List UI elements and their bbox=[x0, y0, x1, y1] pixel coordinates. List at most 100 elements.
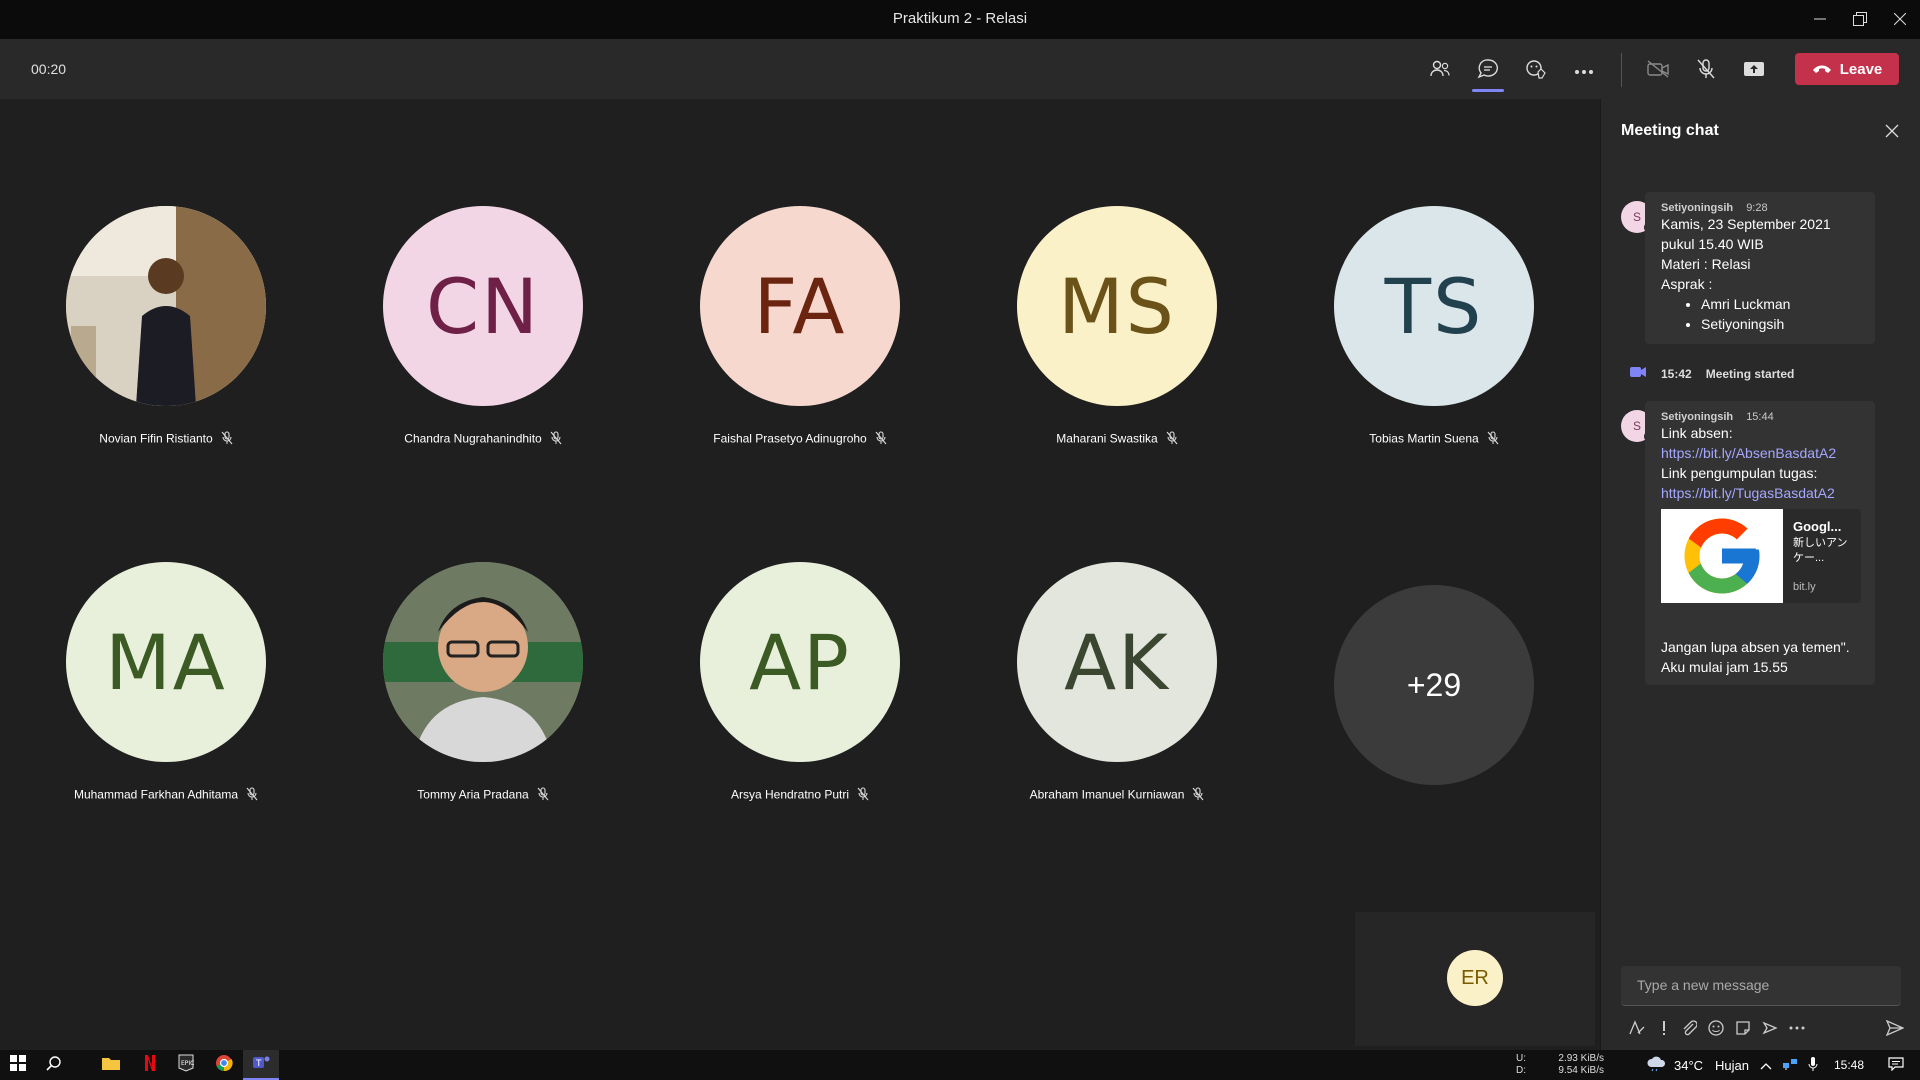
message-line: Materi : Relasi bbox=[1661, 256, 1751, 272]
participant-name-text: Maharani Swastika bbox=[1056, 431, 1158, 446]
raise-hand-icon bbox=[1525, 58, 1547, 85]
close-window-button[interactable] bbox=[1885, 6, 1915, 32]
clock: 15:48 bbox=[1834, 1058, 1865, 1072]
leave-button[interactable]: Leave bbox=[1795, 53, 1899, 85]
system-event: 15:42 Meeting started bbox=[1629, 365, 1794, 382]
mic-muted-icon bbox=[550, 431, 562, 448]
overflow-participants-button[interactable]: +29 bbox=[1334, 585, 1534, 785]
participant-name-text: Chandra Nugrahanindhito bbox=[404, 431, 542, 446]
mic-muted-icon bbox=[1166, 431, 1178, 448]
participant-avatar: TS bbox=[1334, 206, 1534, 406]
participant-name-text: Faishal Prasetyo Adinugroho bbox=[713, 431, 867, 446]
participant-name: Tobias Martin Suena bbox=[1284, 431, 1584, 448]
participant-photo bbox=[66, 206, 266, 406]
participant-avatar: AK bbox=[1017, 562, 1217, 762]
absen-link[interactable]: https://bit.ly/AbsenBasdatA2 bbox=[1661, 443, 1859, 463]
system-tray: 15:48 bbox=[1760, 1050, 1904, 1080]
mic-muted-icon bbox=[246, 787, 258, 804]
send-icon[interactable] bbox=[1885, 1018, 1905, 1038]
participant-tile[interactable]: MS Maharani Swastika bbox=[967, 206, 1267, 466]
participant-tile[interactable]: AK Abraham Imanuel Kurniawan bbox=[967, 562, 1267, 822]
chevron-up-icon[interactable] bbox=[1760, 1058, 1772, 1073]
card-site: bit.ly bbox=[1793, 581, 1816, 593]
participant-name: Tommy Aria Pradana bbox=[333, 787, 633, 804]
participants-button[interactable] bbox=[1424, 55, 1456, 87]
chat-message: Jangan lupa absen ya temen". Aku mulai j… bbox=[1645, 631, 1875, 685]
epic-games-icon: EPIC bbox=[178, 1054, 194, 1077]
taskbar-teams[interactable]: T bbox=[243, 1050, 279, 1080]
message-line: Link absen: bbox=[1661, 425, 1733, 441]
mic-muted-icon bbox=[857, 787, 869, 804]
title-bar: Praktikum 2 - Relasi bbox=[0, 0, 1920, 39]
hang-up-icon bbox=[1812, 61, 1832, 78]
restore-button[interactable] bbox=[1845, 6, 1875, 32]
weather-widget[interactable]: 34°C Hujan bbox=[1646, 1050, 1749, 1080]
link-preview-card[interactable]: Googl... 新しいアンケー... bit.ly bbox=[1661, 509, 1861, 603]
network-icon[interactable] bbox=[1782, 1057, 1798, 1074]
avatar-initial: S bbox=[1632, 210, 1641, 224]
more-options-icon[interactable] bbox=[1787, 1018, 1807, 1038]
message-time: 15:44 bbox=[1746, 411, 1774, 423]
reactions-button[interactable] bbox=[1520, 55, 1552, 87]
start-button[interactable] bbox=[0, 1050, 36, 1080]
message-meta: Setiyoningsih 9:28 bbox=[1661, 202, 1859, 214]
event-time: 15:42 bbox=[1661, 366, 1692, 381]
mic-toggle-button[interactable] bbox=[1690, 55, 1722, 87]
participant-name: Chandra Nugrahanindhito bbox=[333, 431, 633, 448]
participant-tile[interactable]: Tommy Aria Pradana bbox=[333, 562, 633, 822]
participant-tile[interactable]: AP Arsya Hendratno Putri bbox=[650, 562, 950, 822]
participant-tile[interactable]: TS Tobias Martin Suena bbox=[1284, 206, 1584, 466]
participant-name-text: Arsya Hendratno Putri bbox=[730, 787, 850, 802]
participant-name-text: Abraham Imanuel Kurniawan bbox=[1029, 787, 1185, 802]
overflow-count: +29 bbox=[1406, 666, 1462, 703]
folder-icon bbox=[102, 1056, 120, 1075]
format-icon[interactable] bbox=[1627, 1018, 1647, 1038]
chat-button[interactable] bbox=[1472, 55, 1504, 92]
more-actions-button[interactable] bbox=[1568, 55, 1600, 87]
notifications-icon[interactable] bbox=[1888, 1056, 1904, 1074]
share-screen-button[interactable] bbox=[1738, 55, 1770, 87]
taskbar-epic-games[interactable]: EPIC bbox=[168, 1050, 204, 1080]
taskbar-chrome[interactable] bbox=[206, 1050, 242, 1080]
participant-avatar: AP bbox=[700, 562, 900, 762]
participant-tile[interactable]: Novian Fifin Ristianto bbox=[16, 206, 316, 466]
close-chat-button[interactable] bbox=[1884, 123, 1900, 139]
windows-logo-icon bbox=[10, 1054, 26, 1076]
card-title: Googl... bbox=[1793, 519, 1842, 534]
chat-title: Meeting chat bbox=[1621, 122, 1719, 139]
message-time: 9:28 bbox=[1746, 202, 1768, 214]
attach-icon[interactable] bbox=[1679, 1018, 1699, 1038]
net-down-label: D: bbox=[1516, 1065, 1526, 1076]
net-speeds: 2.93 KiB/s 9.54 KiB/s bbox=[1556, 1053, 1604, 1077]
self-preview-tile[interactable]: ER bbox=[1355, 912, 1595, 1046]
emoji-icon[interactable] bbox=[1706, 1018, 1726, 1038]
net-up-speed: 2.93 KiB/s bbox=[1558, 1053, 1604, 1064]
meeting-toolbar: 00:20 Leave bbox=[0, 39, 1920, 99]
avatar-initial: S bbox=[1632, 419, 1641, 433]
taskbar-netflix[interactable] bbox=[132, 1050, 168, 1080]
compose-toolbar bbox=[1621, 1014, 1911, 1040]
participant-tile[interactable]: MA Muhammad Farkhan Adhitama bbox=[16, 562, 316, 822]
important-icon[interactable] bbox=[1654, 1018, 1674, 1038]
list-item: Setiyoningsih bbox=[1701, 314, 1859, 334]
search-button[interactable] bbox=[36, 1050, 72, 1080]
message-author: Setiyoningsih bbox=[1661, 202, 1734, 214]
compose-input[interactable]: Type a new message bbox=[1621, 966, 1901, 1006]
stream-icon[interactable] bbox=[1760, 1018, 1780, 1038]
taskbar-file-explorer[interactable] bbox=[93, 1050, 129, 1080]
chat-message: Setiyoningsih 15:44 Link absen: https://… bbox=[1645, 401, 1875, 631]
minimize-button[interactable] bbox=[1805, 6, 1835, 32]
chrome-icon bbox=[215, 1054, 233, 1077]
participant-name: Arsya Hendratno Putri bbox=[650, 787, 950, 804]
leave-label: Leave bbox=[1839, 60, 1883, 78]
sticker-icon[interactable] bbox=[1733, 1018, 1753, 1038]
window-title: Praktikum 2 - Relasi bbox=[892, 10, 1028, 27]
participant-tile[interactable]: CN Chandra Nugrahanindhito bbox=[333, 206, 633, 466]
participant-avatar: MA bbox=[66, 562, 266, 762]
message-line: Link pengumpulan tugas: bbox=[1661, 465, 1818, 481]
temperature: 34°C bbox=[1674, 1057, 1704, 1073]
camera-toggle-button[interactable] bbox=[1642, 55, 1674, 87]
tugas-link[interactable]: https://bit.ly/TugasBasdatA2 bbox=[1661, 483, 1859, 503]
microphone-icon[interactable] bbox=[1808, 1056, 1818, 1075]
participant-tile[interactable]: FA Faishal Prasetyo Adinugroho bbox=[650, 206, 950, 466]
